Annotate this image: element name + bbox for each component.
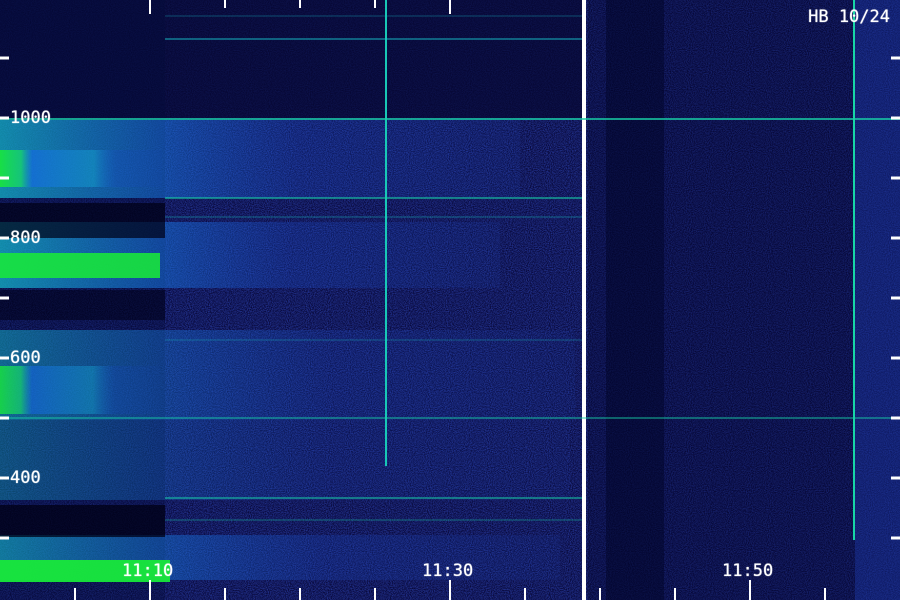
left-axis-ticks — [0, 56, 9, 540]
spectrogram-plot — [0, 0, 900, 600]
x-tick-label-1150: 11:50 — [722, 561, 774, 581]
band-400 — [0, 420, 570, 500]
dark-top-band — [0, 0, 582, 118]
y-tick-label-400: 400 — [10, 468, 41, 488]
green-strip-600 — [0, 366, 160, 414]
dark-left-band-3 — [0, 290, 165, 320]
band-bottom — [0, 535, 560, 580]
x-tick-label-1130: 11:30 — [422, 561, 474, 581]
dark-left-band-2 — [0, 505, 165, 537]
right-panel-dim — [588, 0, 900, 600]
x-tick-label-1110: 11:10 — [122, 561, 174, 581]
top-axis-ticks — [149, 0, 451, 14]
right-axis-ticks — [891, 56, 900, 540]
dark-right-column — [606, 0, 664, 600]
band-800 — [0, 222, 500, 288]
green-strip-800 — [0, 253, 160, 278]
y-tick-label-800: 800 — [10, 228, 41, 248]
spectrogram-screen: HB 10/24 1000 800 600 400 11:10 11:30 11… — [0, 0, 900, 600]
y-tick-label-1000: 1000 — [10, 108, 51, 128]
plot-background — [0, 0, 900, 600]
bottom-axis-ticks — [74, 580, 826, 600]
right-edge-bright — [855, 0, 900, 600]
y-tick-label-600: 600 — [10, 348, 41, 368]
band-600 — [0, 330, 575, 420]
station-label: HB 10/24 — [808, 7, 890, 27]
plot-noise — [0, 0, 900, 600]
green-strip-1000 — [0, 150, 162, 187]
dark-left-column — [0, 0, 165, 600]
band-1000 — [0, 120, 520, 198]
